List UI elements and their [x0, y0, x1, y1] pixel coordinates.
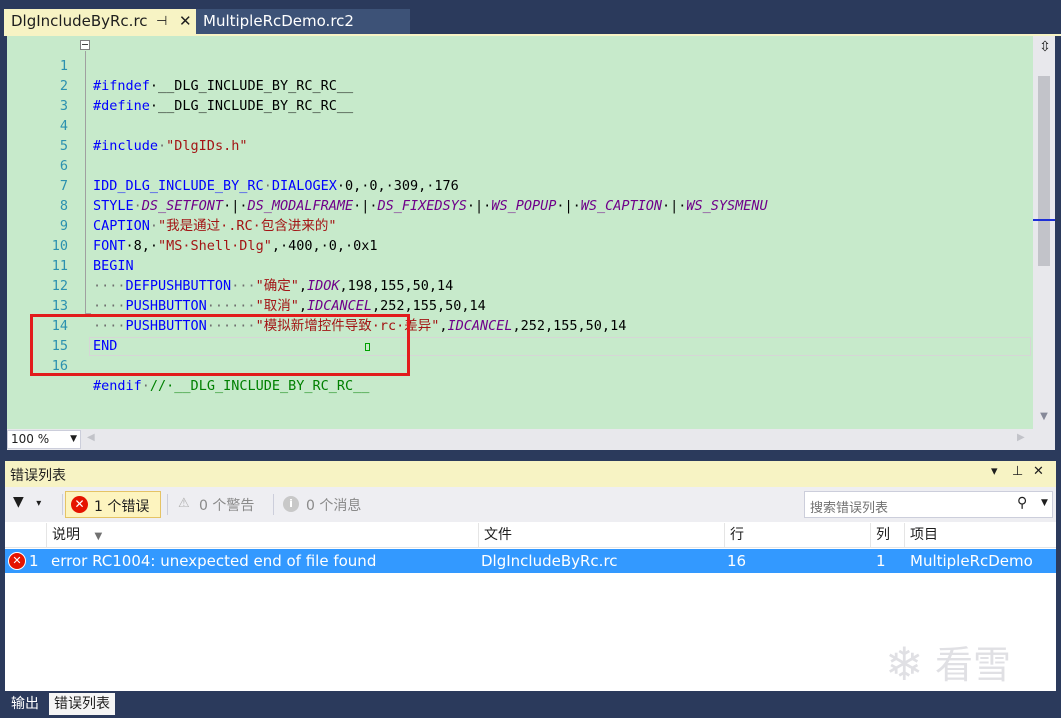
chevron-down-icon: ▼	[70, 434, 77, 444]
filter-icon: ▼	[13, 494, 24, 510]
column-project[interactable]: 项目	[905, 523, 1056, 548]
code-line[interactable]: 14 END	[7, 296, 1033, 354]
tab-multiplercdemo[interactable]: MultipleRcDemo.rc2	[196, 9, 410, 34]
info-icon: i	[283, 496, 299, 512]
tab-label: MultipleRcDemo.rc2	[203, 12, 354, 30]
split-view-icon[interactable]: ⇳	[1037, 39, 1053, 55]
search-icon[interactable]: ⚲	[1017, 495, 1027, 511]
code-line[interactable]: 7 STYLE·DS_SETFONT·|·DS_MODALFRAME·|·DS_…	[7, 156, 1033, 214]
row-index: 1	[29, 552, 39, 570]
column-col[interactable]: 列	[871, 523, 905, 548]
code-editor[interactable]: 1 #ifndef·__DLG_INCLUDE_BY_RC_RC__ 2 #de…	[7, 36, 1033, 429]
column-label: 行	[730, 527, 744, 543]
filter-button[interactable]: ▼ ▾	[13, 494, 59, 516]
column-label: 列	[876, 527, 890, 543]
zoom-value: 100 %	[11, 432, 50, 446]
pin-icon[interactable]: ⊣	[156, 9, 167, 34]
separator	[62, 494, 63, 515]
error-icon: ✕	[8, 552, 26, 570]
code-text: ·	[141, 378, 150, 394]
vertical-scrollbar[interactable]: ⇳ ▼	[1033, 36, 1055, 429]
search-input[interactable]: 搜索错误列表 ⚲ ▼	[804, 491, 1053, 518]
row-line: 16	[727, 552, 747, 570]
sort-icon: ▼	[94, 531, 103, 542]
directive: #endif	[93, 378, 142, 394]
scroll-down-icon[interactable]: ▼	[1037, 411, 1051, 423]
column-label: 文件	[484, 527, 512, 543]
warnings-count: 0 个警告	[199, 498, 255, 514]
editor-status-bar: 100 % ▼ ◀ ▶	[7, 429, 1055, 450]
tab-dlgincludebyrc[interactable]: DlgIncludeByRc.rc ⊣ ✕	[4, 9, 196, 34]
column-header: 说明 ▼ 文件 行 列 项目	[5, 523, 1056, 548]
zoom-dropdown[interactable]: 100 % ▼	[7, 430, 81, 449]
row-project: MultipleRcDemo	[910, 552, 1033, 570]
panel-title-bar: 错误列表 ▾ ⊥ ✕	[5, 461, 1056, 487]
messages-filter-button[interactable]: i 0 个消息	[280, 491, 380, 518]
scroll-position-marker	[1033, 219, 1055, 221]
close-icon[interactable]: ✕	[1033, 464, 1044, 479]
messages-count: 0 个消息	[306, 498, 362, 514]
dropdown-icon[interactable]: ▾	[991, 464, 998, 479]
code-line[interactable]: 8 CAPTION·"我是通过·.RC·包含进来的"	[7, 176, 1033, 234]
code-line[interactable]: 13 ····PUSHBUTTON······"模拟新增控件导致·rc·差异",…	[7, 276, 1033, 334]
row-file: DlgIncludeByRc.rc	[481, 552, 618, 570]
tab-error-list[interactable]: 错误列表	[49, 693, 115, 715]
chevron-down-icon: ▾	[36, 498, 42, 509]
column-icon[interactable]	[5, 523, 47, 548]
errors-count: 1 个错误	[94, 499, 150, 515]
table-row[interactable]: ✕ 1 error RC1004: unexpected end of file…	[5, 549, 1056, 573]
separator	[273, 494, 274, 515]
column-description[interactable]: 说明 ▼	[47, 523, 479, 548]
snowflake-icon: ❄	[885, 637, 924, 691]
code-line[interactable]: 2 #define·__DLG_INCLUDE_BY_RC_RC__	[7, 56, 1033, 114]
errors-filter-button[interactable]: ✕ 1 个错误	[65, 491, 161, 518]
panel-title: 错误列表	[10, 468, 66, 484]
code-line[interactable]: 12 ····PUSHBUTTON······"取消",IDCANCEL,252…	[7, 256, 1033, 314]
pin-icon[interactable]: ⊥	[1012, 464, 1023, 479]
search-placeholder: 搜索错误列表	[810, 501, 889, 516]
watermark: ❄ 看雪	[885, 638, 1045, 690]
code-line[interactable]: 10 BEGIN	[7, 216, 1033, 274]
scroll-right-icon[interactable]: ▶	[1017, 432, 1025, 443]
document-tab-strip: DlgIncludeByRc.rc ⊣ ✕ MultipleRcDemo.rc2	[0, 0, 1061, 34]
bottom-tab-strip: 输出 错误列表	[0, 691, 1061, 718]
column-file[interactable]: 文件	[479, 523, 725, 548]
code-line[interactable]: 1 #ifndef·__DLG_INCLUDE_BY_RC_RC__	[7, 36, 1033, 94]
tab-label: DlgIncludeByRc.rc	[11, 12, 148, 30]
code-line[interactable]: 6 IDD_DLG_INCLUDE_BY_RC·DIALOGEX·0,·0,·3…	[7, 136, 1033, 194]
code-line[interactable]: 3	[7, 76, 1033, 114]
code-line[interactable]: 4 #include·"DlgIDs.h"	[7, 96, 1033, 154]
watermark-text: 看雪	[935, 643, 1012, 687]
close-icon[interactable]: ✕	[179, 9, 192, 34]
column-label: 说明	[52, 527, 80, 543]
row-col: 1	[876, 552, 886, 570]
code-line[interactable]: 9 FONT·8,·"MS·Shell·Dlg",·400,·0,·0x1	[7, 196, 1033, 254]
scroll-left-icon[interactable]: ◀	[87, 432, 95, 443]
warning-icon: ⚠	[178, 496, 190, 511]
comment: //·__DLG_INCLUDE_BY_RC_RC__	[149, 378, 370, 394]
row-description: error RC1004: unexpected end of file fou…	[51, 552, 377, 570]
column-label: 项目	[910, 527, 938, 543]
highlight-box	[30, 314, 410, 376]
chevron-down-icon[interactable]: ▼	[1041, 498, 1048, 508]
error-icon: ✕	[71, 496, 88, 513]
separator	[167, 494, 168, 515]
scroll-thumb[interactable]	[1038, 76, 1050, 266]
code-line[interactable]: 11 ····DEFPUSHBUTTON···"确定",IDOK,198,155…	[7, 236, 1033, 294]
tab-output[interactable]: 输出	[6, 693, 44, 715]
code-line[interactable]: 5	[7, 116, 1033, 154]
column-line[interactable]: 行	[725, 523, 871, 548]
error-list-toolbar: ▼ ▾ ✕ 1 个错误 ⚠ 0 个警告 i 0 个消息 搜索错误列表 ⚲ ▼	[5, 487, 1056, 522]
warnings-filter-button[interactable]: ⚠ 0 个警告	[175, 491, 265, 518]
